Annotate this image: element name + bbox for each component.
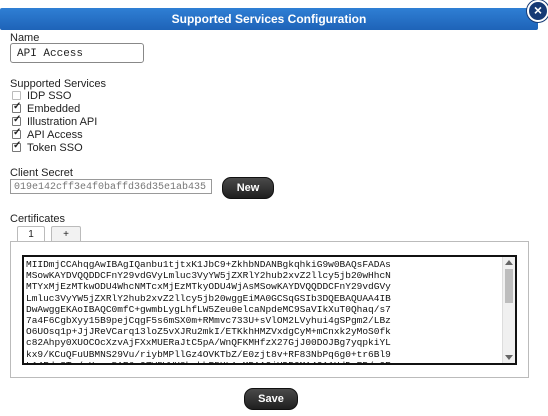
client-secret-label: Client Secret — [10, 167, 73, 179]
save-button[interactable]: Save — [244, 388, 298, 410]
api-access-checkbox[interactable] — [12, 127, 21, 139]
service-illustration-api[interactable]: Illustration API — [12, 114, 98, 128]
service-token-sso[interactable]: Token SSO — [12, 140, 83, 154]
service-embedded[interactable]: Embedded — [12, 101, 81, 115]
certificate-text[interactable]: MIIDmjCCAhqgAwIBAgIQanbu1tjtxK1JbC9+Zkhb… — [26, 259, 504, 363]
certificate-scrollbar[interactable] — [502, 257, 515, 363]
tab-add-certificate[interactable]: + — [51, 226, 81, 241]
scroll-thumb[interactable] — [505, 269, 513, 303]
illustration-api-checkbox[interactable] — [12, 114, 21, 126]
illustration-api-label: Illustration API — [27, 115, 98, 128]
scroll-up-icon[interactable] — [505, 260, 513, 265]
client-secret-field[interactable]: 019e142cff3e4f0baffd36d35e1ab435 — [10, 179, 212, 194]
close-icon[interactable]: × — [527, 0, 548, 22]
token-sso-checkbox[interactable] — [12, 140, 21, 152]
idp-sso-checkbox[interactable] — [12, 91, 21, 100]
certificate-textarea[interactable]: MIIDmjCCAhqgAwIBAgIQanbu1tjtxK1JbC9+Zkhb… — [22, 255, 517, 365]
scroll-down-icon[interactable] — [505, 355, 513, 360]
embedded-label: Embedded — [27, 102, 81, 115]
tab-certificate-1[interactable]: 1 — [17, 226, 45, 241]
dialog-title: Supported Services Configuration — [0, 8, 538, 30]
embedded-checkbox[interactable] — [12, 101, 21, 113]
certificates-label: Certificates — [10, 213, 66, 225]
name-field[interactable]: API Access — [10, 43, 144, 63]
service-api-access[interactable]: API Access — [12, 127, 83, 141]
idp-sso-label: IDP SSO — [27, 89, 72, 102]
api-access-label: API Access — [27, 128, 83, 141]
supported-services-dialog: Supported Services Configuration × Name … — [0, 0, 548, 416]
new-secret-button[interactable]: New — [222, 177, 274, 199]
certificate-panel: MIIDmjCCAhqgAwIBAgIQanbu1tjtxK1JbC9+Zkhb… — [10, 241, 529, 378]
token-sso-label: Token SSO — [27, 141, 83, 154]
